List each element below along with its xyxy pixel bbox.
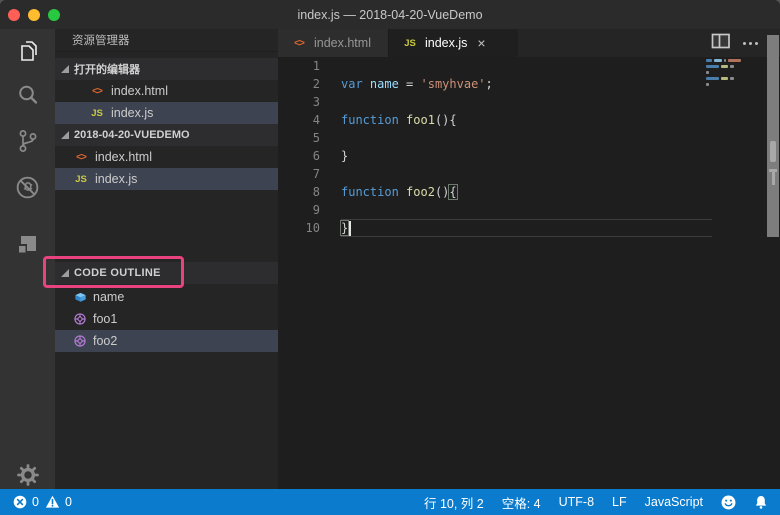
tab-label: index.js: [425, 36, 468, 50]
section-label: 打开的编辑器: [74, 64, 140, 76]
extensions-icon[interactable]: [0, 222, 55, 266]
html-file-icon: <>: [76, 151, 87, 163]
feedback-smiley-icon[interactable]: [721, 495, 736, 510]
window-title: index.js — 2018-04-20-VueDemo: [297, 7, 483, 22]
scrollbar-mark: [771, 172, 775, 185]
search-icon[interactable]: [0, 73, 55, 117]
encoding[interactable]: UTF-8: [559, 495, 594, 509]
line-number: 3: [312, 95, 320, 109]
html-file-icon: <>: [294, 37, 305, 49]
section-folder[interactable]: 2018-04-20-VUEDEMO: [55, 124, 278, 146]
line-number: 7: [312, 167, 320, 181]
js-file-icon: JS: [404, 37, 416, 49]
file-label: index.html: [95, 150, 152, 164]
js-file-icon: JS: [75, 173, 87, 185]
code-line[interactable]: 5: [278, 129, 780, 147]
traffic-lights: [8, 0, 60, 29]
collapse-arrow-icon: [61, 131, 69, 139]
code-line[interactable]: 9: [278, 201, 780, 219]
section-open-editors[interactable]: 打开的编辑器: [55, 58, 278, 80]
sidebar: 资源管理器 打开的编辑器 <> index.html JS index.js 2…: [55, 29, 278, 489]
problems-errors[interactable]: 0: [13, 495, 39, 509]
zoom-window-button[interactable]: [48, 8, 60, 21]
method-symbol-icon: [72, 311, 88, 327]
line-number: 4: [312, 113, 320, 127]
line-number: 1: [312, 59, 320, 73]
more-actions-icon[interactable]: [743, 41, 758, 45]
collapse-arrow-icon: [61, 269, 69, 277]
tab-index-js[interactable]: JS index.js ×: [389, 29, 518, 57]
indentation[interactable]: 空格: 4: [502, 493, 541, 512]
section-label: CODE OUTLINE: [74, 267, 161, 279]
folder-name: 2018-04-20-VUEDEMO: [74, 129, 190, 141]
notifications-bell-icon[interactable]: [754, 495, 768, 510]
code-line[interactable]: 8 function foo2(){: [278, 183, 780, 201]
section-code-outline[interactable]: CODE OUTLINE: [55, 262, 278, 284]
scrollbar[interactable]: [767, 35, 779, 237]
code-line[interactable]: 4 function foo1(){: [278, 111, 780, 129]
js-file-icon: JS: [91, 107, 103, 119]
outline-item-name[interactable]: name: [55, 286, 278, 308]
scrollbar-thumb[interactable]: [770, 141, 776, 162]
vscode-window: index.js — 2018-04-20-VueDemo 资源管理器 打开的编…: [0, 0, 780, 515]
tab-bar: <> index.html JS index.js ×: [278, 29, 780, 57]
variable-symbol-icon: [72, 289, 88, 305]
tree-item-html[interactable]: <> index.html: [55, 146, 278, 168]
debug-icon[interactable]: [0, 165, 55, 209]
file-label: index.html: [111, 84, 168, 98]
file-label: index.js: [111, 106, 154, 120]
symbol-label: foo1: [93, 312, 118, 326]
file-label: index.js: [95, 172, 138, 186]
split-editor-icon[interactable]: [711, 33, 731, 54]
code-editor[interactable]: 1 2 var name = 'smyhvae'; 3 4 function f…: [278, 57, 780, 489]
html-file-icon: <>: [92, 85, 103, 97]
line-number: 6: [312, 149, 320, 163]
open-editor-item-js[interactable]: JS index.js: [55, 102, 278, 124]
explorer-icon[interactable]: [0, 29, 55, 73]
cursor-position[interactable]: 行 10, 列 2: [424, 493, 484, 512]
line-number: 9: [312, 203, 320, 217]
tab-index-html[interactable]: <> index.html: [278, 29, 389, 57]
code-line[interactable]: 7: [278, 165, 780, 183]
symbol-label: name: [93, 290, 125, 304]
minimize-window-button[interactable]: [28, 8, 40, 21]
outline-item-foo2[interactable]: foo2: [55, 330, 278, 352]
line-number: 10: [305, 221, 320, 235]
close-tab-icon[interactable]: ×: [477, 36, 485, 50]
open-editor-item-html[interactable]: <> index.html: [55, 80, 278, 102]
outline-item-foo1[interactable]: foo1: [55, 308, 278, 330]
status-bar: 0 0 行 10, 列 2 空格: 4 UTF-8 LF JavaScript: [0, 489, 780, 515]
line-number: 8: [312, 185, 320, 199]
line-number: 2: [312, 77, 320, 91]
code-line[interactable]: 3: [278, 93, 780, 111]
source-control-icon[interactable]: [0, 119, 55, 163]
code-line[interactable]: 1: [278, 57, 780, 75]
warning-icon: [45, 495, 60, 508]
code-line[interactable]: 10 }: [278, 219, 780, 237]
activity-bar: [0, 29, 55, 489]
close-window-button[interactable]: [8, 8, 20, 21]
titlebar: index.js — 2018-04-20-VueDemo: [0, 0, 780, 29]
code-line[interactable]: 2 var name = 'smyhvae';: [278, 75, 780, 93]
tree-item-js[interactable]: JS index.js: [55, 168, 278, 190]
error-icon: [13, 495, 27, 509]
problems-warnings[interactable]: 0: [45, 495, 72, 509]
sidebar-title: 资源管理器: [55, 29, 278, 52]
method-symbol-icon: [72, 333, 88, 349]
code-line[interactable]: 6 }: [278, 147, 780, 165]
collapse-arrow-icon: [61, 65, 69, 73]
eol-sequence[interactable]: LF: [612, 495, 627, 509]
tab-label: index.html: [314, 36, 371, 50]
text-cursor: [349, 220, 352, 236]
language-mode[interactable]: JavaScript: [645, 495, 703, 509]
symbol-label: foo2: [93, 334, 118, 348]
line-number: 5: [312, 131, 320, 145]
